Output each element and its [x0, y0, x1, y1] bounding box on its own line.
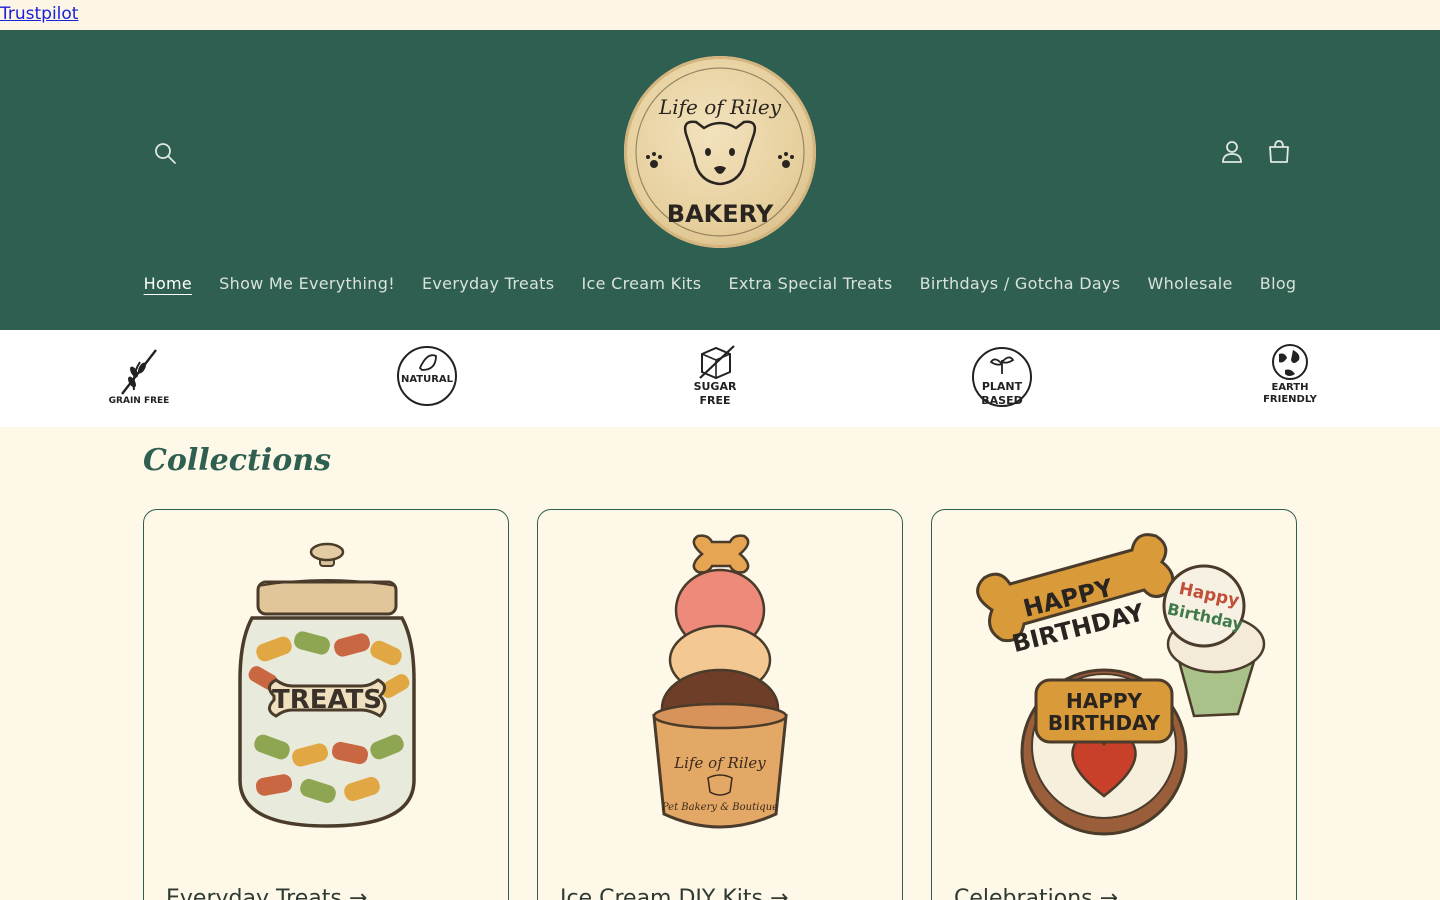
nav-item-everyday-treats[interactable]: Everyday Treats [422, 274, 554, 293]
treat-jar-image: TREATS [238, 542, 416, 828]
ice-cream-cup-image: Life of Riley Pet Bakery & Boutique [652, 534, 788, 829]
badge-label: PLANT [981, 380, 1023, 393]
logo-text-bottom: BAKERY [667, 200, 774, 228]
birthday-treats-image: HAPPY BIRTHDAY Happy Birthday HAPPY BIRT… [976, 533, 1266, 836]
site-header: Life of Riley BAKERY Home Show Me Everyt… [0, 30, 1440, 330]
account-button[interactable] [1216, 136, 1248, 168]
plant-based-badge: PLANT BASED [967, 344, 1037, 410]
badge-label: EARTH [1271, 382, 1309, 393]
cookie-text-1: HAPPY [1066, 689, 1143, 713]
cup-text-top: Life of Riley [673, 754, 766, 772]
badge-label: SUGAR [693, 380, 737, 393]
cart-icon [1269, 140, 1289, 163]
badge-label: NATURAL [400, 374, 454, 385]
collection-card-everyday-treats[interactable]: TREATS Everyday Treats → [143, 509, 509, 900]
collection-card-title: Celebrations → [954, 886, 1119, 900]
nav-item-birthdays-gotcha-days[interactable]: Birthdays / Gotcha Days [920, 274, 1121, 293]
badge-label: GRAIN FREE [108, 396, 170, 406]
collection-card-title: Ice Cream DIY Kits → [560, 886, 789, 900]
nav-item-extra-special-treats[interactable]: Extra Special Treats [729, 274, 893, 293]
search-icon [155, 143, 176, 164]
collections-title: Collections [143, 443, 331, 478]
collection-card-celebrations[interactable]: HAPPY BIRTHDAY Happy Birthday HAPPY BIRT… [931, 509, 1297, 900]
cart-button[interactable] [1263, 136, 1295, 168]
top-bar: Trustpilot [0, 0, 1440, 30]
logo-text-top: Life of Riley [658, 95, 782, 119]
trustpilot-link[interactable]: Trustpilot [0, 0, 78, 28]
search-button[interactable] [150, 138, 182, 170]
collection-card-ice-cream-kits[interactable]: Life of Riley Pet Bakery & Boutique Ice … [537, 509, 903, 900]
jar-label-text: TREATS [272, 685, 382, 715]
cup-text-bottom: Pet Bakery & Boutique [661, 802, 778, 813]
nav-item-ice-cream-kits[interactable]: Ice Cream Kits [581, 274, 701, 293]
natural-badge: NATURAL [392, 344, 462, 410]
earth-friendly-badge: EARTH FRIENDLY [1255, 344, 1325, 410]
nav-item-show-me-everything[interactable]: Show Me Everything! [219, 274, 395, 293]
cookie-text-2: BIRTHDAY [1048, 711, 1161, 735]
nav-item-blog[interactable]: Blog [1260, 274, 1297, 293]
feature-badges: GRAIN FREE NATURAL SUGAR FREE PLANT BASE… [0, 330, 1440, 427]
nav-item-home[interactable]: Home [144, 274, 192, 293]
nav-item-wholesale[interactable]: Wholesale [1148, 274, 1233, 293]
grain-free-badge: GRAIN FREE [104, 344, 174, 410]
main-nav: Home Show Me Everything! Everyday Treats… [0, 274, 1440, 293]
sugar-free-badge: SUGAR FREE [680, 344, 750, 410]
collection-card-title: Everyday Treats → [166, 886, 368, 900]
site-logo[interactable]: Life of Riley BAKERY [624, 56, 816, 248]
badge-label: FRIENDLY [1263, 394, 1317, 405]
account-icon [1222, 141, 1242, 163]
badge-label: FREE [699, 394, 731, 407]
badge-label: BASED [981, 394, 1023, 407]
